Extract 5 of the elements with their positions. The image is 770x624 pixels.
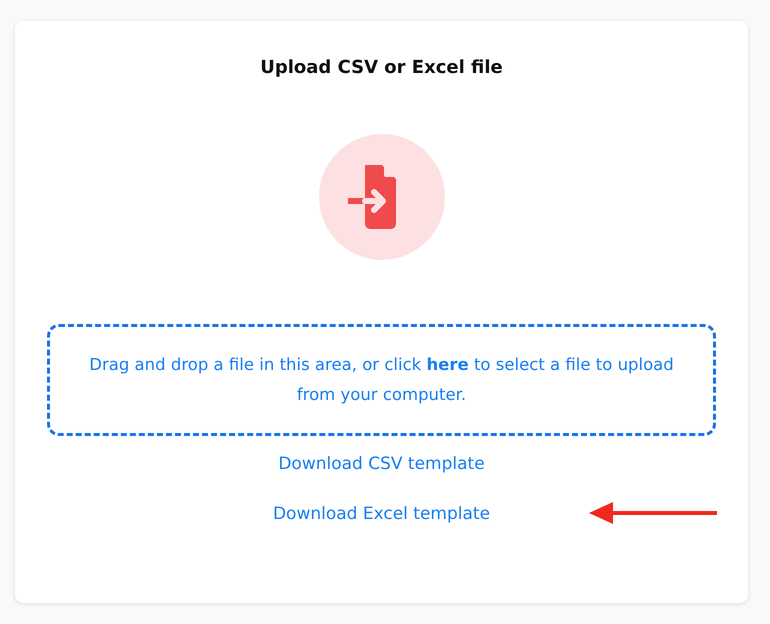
download-link[interactable]: Download Excel template [272,504,490,524]
drop-instructions: Drag and drop a file in this area, or click here to select a file to upload from your computer. [88,354,675,406]
drop-zone[interactable]: Drag and drop a file in this area, or click here to select a file to upload from your computer. [47,324,716,436]
download-link[interactable]: Download CSV template [278,454,485,474]
dialog-title: Upload CSV or Excel file [260,57,503,78]
